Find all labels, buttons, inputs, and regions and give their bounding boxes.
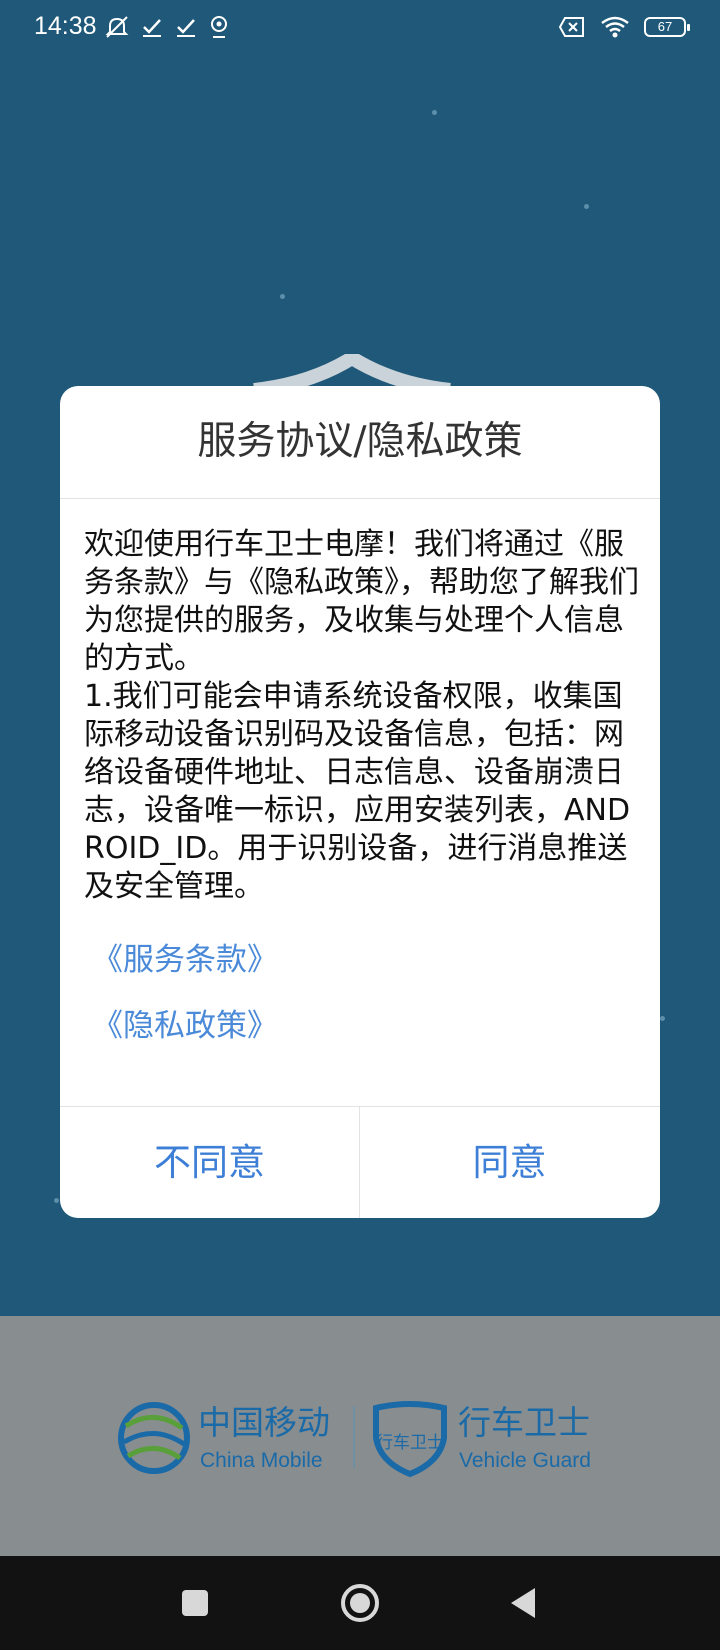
- china-mobile-cn: 中国移动: [198, 1403, 330, 1442]
- status-icons-right: 67: [558, 12, 690, 42]
- china-mobile-logo-icon: [118, 1402, 190, 1474]
- decor-dot: [584, 204, 589, 209]
- recents-square-icon[interactable]: [180, 1588, 210, 1618]
- vehicle-guard-cn: 行车卫士: [458, 1403, 590, 1442]
- wifi-icon: [601, 16, 629, 38]
- navigation-bar: [0, 1556, 720, 1650]
- back-triangle-icon[interactable]: [508, 1586, 538, 1620]
- check-icon: [177, 19, 195, 37]
- brand-logos: 中国移动 China Mobile 行车卫士 行车卫士 Vehicle Guar…: [118, 1401, 591, 1478]
- terms-of-service-link[interactable]: 《服务条款》: [92, 934, 278, 979]
- vehicle-guard-en: Vehicle Guard: [459, 1449, 591, 1472]
- status-bar: 14:38 67: [0, 0, 720, 54]
- decor-dot: [432, 110, 437, 115]
- battery-icon: 67: [644, 17, 690, 37]
- privacy-dialog: 服务协议/隐私政策 欢迎使用行车卫士电摩！我们将通过《服务条款》与《隐私政策》，…: [60, 386, 660, 1218]
- china-mobile-en: China Mobile: [200, 1449, 323, 1472]
- dialog-content-scroll[interactable]: 欢迎使用行车卫士电摩！我们将通过《服务条款》与《隐私政策》，帮助您了解我们为您提…: [84, 526, 644, 908]
- status-time: 14:38: [34, 12, 97, 40]
- vehicle-guard-shield-icon: 行车卫士: [373, 1401, 447, 1478]
- privacy-policy-link[interactable]: 《隐私政策》: [92, 1000, 278, 1045]
- home-circle-icon[interactable]: [340, 1583, 380, 1623]
- dialog-body-text: 欢迎使用行车卫士电摩！我们将通过《服务条款》与《隐私政策》，帮助您了解我们为您提…: [84, 527, 639, 908]
- decor-dot: [660, 1016, 665, 1021]
- status-icons-left: [104, 12, 230, 42]
- shield-badge-text: 行车卫士: [376, 1433, 444, 1453]
- splash-footer: 中国移动 China Mobile 行车卫士 行车卫士 Vehicle Guar…: [0, 1316, 720, 1556]
- title-divider: [60, 498, 660, 499]
- decor-dot: [280, 294, 285, 299]
- decor-dot: [54, 1198, 59, 1203]
- dialog-title: 服务协议/隐私政策: [197, 419, 523, 464]
- agree-button[interactable]: 同意: [360, 1107, 659, 1218]
- check-icon: [143, 19, 161, 37]
- sim-disabled-icon: [558, 17, 584, 37]
- mute-notification-icon: [105, 16, 129, 38]
- location-icon: [211, 16, 227, 38]
- disagree-button[interactable]: 不同意: [60, 1107, 359, 1218]
